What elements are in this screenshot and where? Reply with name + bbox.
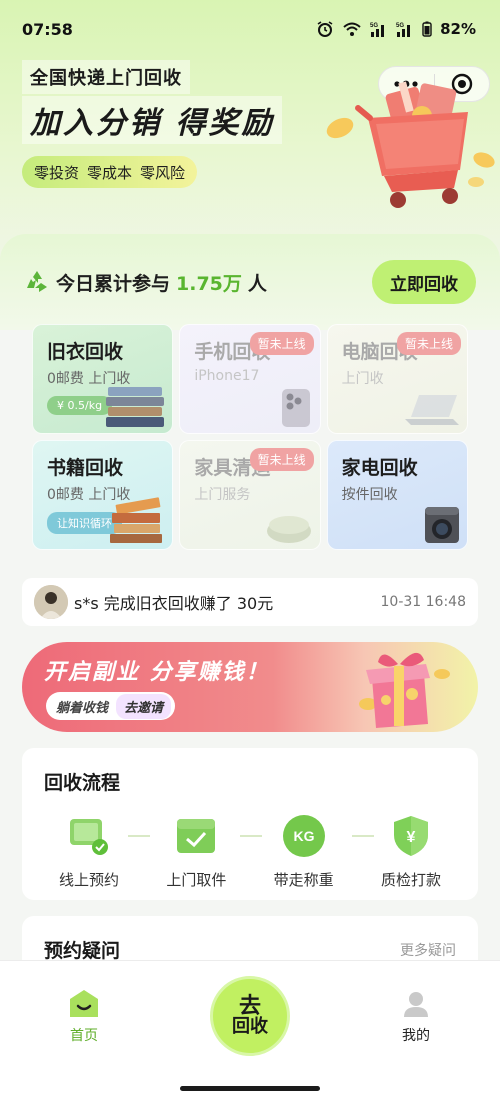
- folded-clothes-image: [106, 387, 165, 427]
- yen-badge-text: ¥: [407, 829, 416, 846]
- not-launched-badge: 暂未上线: [249, 332, 314, 355]
- shopping-cart-illustration: [326, 81, 495, 208]
- gift-box-illustration: [359, 652, 450, 728]
- participation-stat-card: 今日累计参与 1.75万 人 立即回收: [0, 234, 500, 330]
- category-appliances[interactable]: 家电回收 按件回收: [326, 440, 468, 550]
- step-label: 带走称重: [273, 871, 334, 889]
- washing-machine-image: [424, 507, 459, 543]
- books-image: [110, 497, 163, 543]
- booking-screen-icon: [70, 819, 108, 855]
- avatar: [34, 585, 68, 619]
- package-box-icon: [177, 819, 216, 853]
- wifi-icon: [343, 22, 361, 36]
- ticker-time: 10-31 16:48: [380, 594, 466, 610]
- step-connector: [128, 835, 150, 837]
- recycle-icon: [27, 271, 47, 292]
- laptop-image: [404, 395, 459, 425]
- recycling-process-card: 回收流程 线上预约 上门取件 KG 带走称重 ¥ 质检打款: [22, 748, 478, 900]
- stat-number: 1.75万: [176, 272, 242, 295]
- not-launched-badge: 暂未上线: [396, 332, 461, 355]
- home-indicator: [180, 1086, 320, 1091]
- category-grid: 旧衣回收 0邮费 上门收 ¥ 0.5/kg 手机回收 iPhone17 暂未上线…: [32, 324, 468, 552]
- earnings-ticker[interactable]: s*s 完成旧衣回收赚了 30元 10-31 16:48: [22, 578, 478, 626]
- svg-text:5G: 5G: [396, 23, 404, 29]
- category-subtitle: 上门收: [341, 371, 384, 387]
- kg-badge-text: KG: [293, 828, 314, 844]
- battery-icon: [422, 21, 432, 37]
- home-smile-icon: [70, 990, 98, 1017]
- fab-line-2: 回收: [232, 1016, 268, 1038]
- step-inspect-pay: ¥ 质检打款: [366, 813, 456, 890]
- banner-title: 加入分销 得奖励: [22, 96, 283, 144]
- fab-line-1: 去: [238, 994, 261, 1019]
- category-clothes[interactable]: 旧衣回收 0邮费 上门收 ¥ 0.5/kg: [32, 324, 174, 434]
- category-title: 家电回收: [341, 457, 418, 479]
- promo-pill: 躺着收钱 去邀请: [46, 692, 176, 720]
- stat-suffix: 人: [247, 272, 267, 295]
- shield-yen-icon: ¥: [393, 816, 428, 856]
- battery-percent: 82%: [440, 20, 476, 38]
- not-launched-badge: 暂未上线: [249, 448, 314, 471]
- tag-zero-investment: 零投资: [34, 163, 80, 182]
- alarm-icon: [317, 21, 333, 37]
- user-avatar-icon: [34, 585, 68, 619]
- signal-icon: 5G: [370, 23, 385, 37]
- tag-zero-cost: 零成本: [87, 163, 133, 182]
- process-title: 回收流程: [44, 772, 121, 794]
- category-furniture[interactable]: 家具清运 上门服务 暂未上线: [179, 440, 321, 550]
- user-profile-icon: [404, 992, 428, 1017]
- step-label: 上门取件: [166, 871, 227, 889]
- category-computers[interactable]: 电脑回收 上门收 暂未上线: [326, 324, 468, 434]
- step-online-booking: 线上预约: [44, 813, 134, 890]
- category-books[interactable]: 书籍回收 0邮费 上门收 让知识循环: [32, 440, 174, 550]
- step-connector: [352, 835, 374, 837]
- category-subtitle: 上门服务: [194, 487, 251, 503]
- category-subtitle: 按件回收: [341, 487, 398, 503]
- invite-button[interactable]: 去邀请: [116, 693, 172, 719]
- signal-icon: 5G: [396, 23, 411, 37]
- category-subtitle: iPhone17: [194, 368, 260, 384]
- ticker-message: s*s 完成旧衣回收赚了 30元: [74, 594, 274, 613]
- pouf-image: [266, 516, 311, 543]
- step-label: 质检打款: [380, 871, 441, 889]
- stat-prefix: 今日累计参与: [56, 272, 171, 295]
- status-bar: 07:58 5G 5G 82%: [0, 0, 500, 58]
- tab-home-label: 首页: [70, 1028, 98, 1044]
- side-business-promo-banner[interactable]: 开启副业 分享赚钱！ 躺着收钱 去邀请: [22, 642, 478, 732]
- category-phones[interactable]: 手机回收 iPhone17 暂未上线: [179, 324, 321, 434]
- banner-tags: 零投资 零成本 零风险: [22, 156, 198, 188]
- status-time: 07:58: [22, 19, 73, 39]
- tab-home[interactable]: 首页: [44, 989, 124, 1045]
- phone-image: [281, 389, 310, 427]
- weight-scale-icon: KG: [282, 815, 325, 857]
- tab-mine-label: 我的: [402, 1028, 430, 1044]
- step-label: 线上预约: [58, 871, 119, 889]
- tab-mine[interactable]: 我的: [376, 989, 456, 1045]
- step-weigh: KG 带走称重: [259, 813, 349, 890]
- promo-title: 开启副业 分享赚钱！: [44, 660, 270, 685]
- price-chip: ¥ 0.5/kg: [47, 396, 113, 415]
- promo-subtitle: 躺着收钱: [56, 700, 109, 716]
- recycle-now-button[interactable]: 立即回收: [372, 260, 476, 304]
- go-recycle-button[interactable]: 去 回收: [210, 976, 290, 1056]
- svg-text:5G: 5G: [370, 23, 378, 29]
- category-title: 旧衣回收: [47, 341, 124, 363]
- banner-subtitle: 全国快递上门回收: [22, 60, 190, 94]
- category-title: 书籍回收: [47, 457, 124, 479]
- step-connector: [240, 835, 262, 837]
- step-door-pickup: 上门取件: [151, 813, 241, 890]
- tag-zero-risk: 零风险: [140, 163, 186, 182]
